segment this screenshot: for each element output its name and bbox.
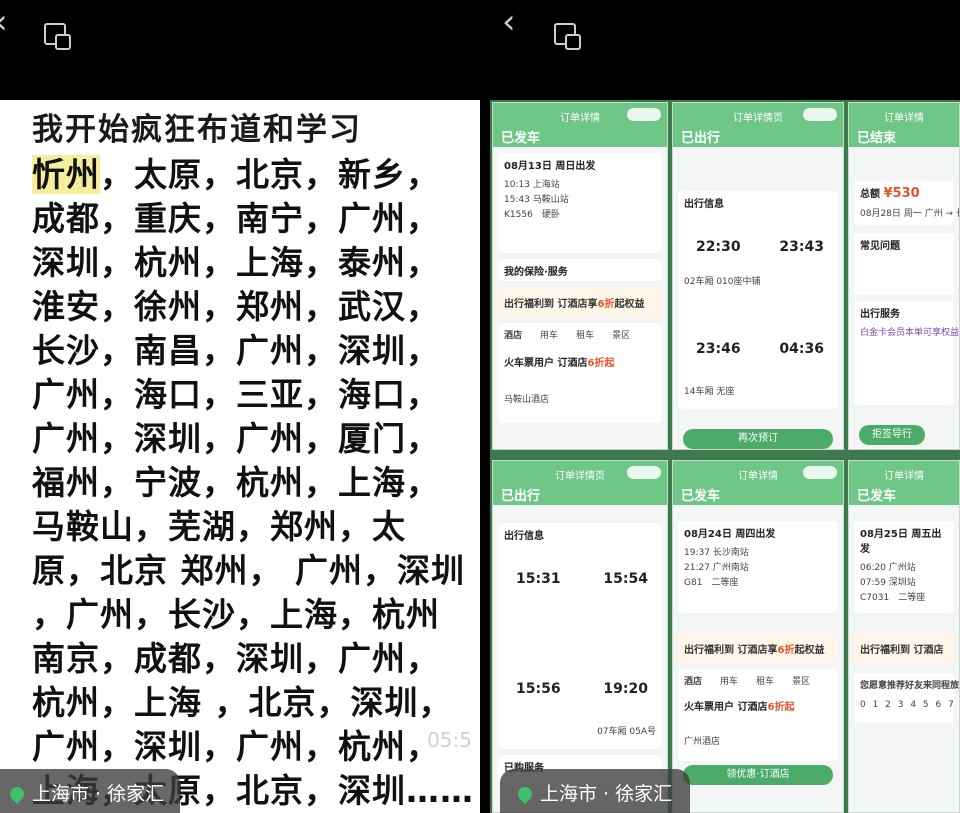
order-screenshot: 订单详情 已发车 08月24日 周四出发 19:37 长沙南站 21:27 广州… bbox=[672, 460, 844, 813]
location-pin-icon bbox=[7, 784, 27, 804]
order-status: 已发车 bbox=[857, 489, 897, 504]
location-tag[interactable]: 上海市 · 徐家汇 bbox=[500, 769, 690, 813]
service-card[interactable]: 我的保险·服务 bbox=[498, 259, 662, 281]
trip-card: 08月25日 周五出发 06:20 广州站 07:59 深圳站 C7031 二等… bbox=[854, 521, 954, 613]
city-line: 广州，深圳，广州，厦门， bbox=[32, 419, 440, 458]
order-status: 已结束 bbox=[857, 131, 897, 146]
menu-capsule-icon[interactable] bbox=[627, 108, 661, 121]
post-title: 我开始疯狂布道和学习 bbox=[32, 112, 362, 148]
city-line: 广州，海口，三亚，海口， bbox=[32, 375, 440, 414]
location-tag[interactable]: 上海市 · 徐家汇 bbox=[0, 769, 180, 813]
trip-card: 08月13日 周日出发 10:13 上海站 15:43 马鞍山站 K1556 硬… bbox=[498, 153, 662, 253]
back-icon[interactable]: ‹ bbox=[502, 2, 516, 42]
order-status: 已出行 bbox=[501, 489, 541, 504]
promo-banner[interactable]: 出行福利到 订酒店享6折起权益 bbox=[678, 633, 838, 663]
order-header: 订单详情 已发车 bbox=[493, 103, 667, 147]
location-pin-icon bbox=[515, 784, 535, 804]
hotel-card: 酒店 用车 租车 景区 火车票用户 订酒店6折起 马鞍山酒店 bbox=[498, 323, 662, 423]
trip-info-card: 出行信息 22:30 23:43 02车厢 010座中铺 23:46 04:36… bbox=[678, 191, 838, 409]
order-header: 订单详情 已结束 bbox=[849, 103, 959, 147]
action-button[interactable]: 拒签导行 bbox=[859, 425, 925, 445]
order-screenshot: 订单详情页 已出行 出行信息 22:30 23:43 02车厢 010座中铺 2… bbox=[672, 102, 844, 450]
city-line: 原，北京 郑州， 广州，深圳 bbox=[32, 551, 465, 590]
city-line: 长沙，南昌，广州，深圳， bbox=[32, 331, 440, 370]
service-card: 出行服务 白金卡会员本单可享权益 bbox=[854, 301, 959, 405]
price-card: 总额 ¥530 08月28日 周一 广州 → 长沙 bbox=[854, 181, 959, 225]
top-bar-right: ‹ bbox=[490, 0, 960, 100]
hotel-card: 酒店 用车 租车 景区 火车票用户 订酒店6折起 广州酒店 bbox=[678, 669, 838, 761]
order-status: 已发车 bbox=[681, 489, 721, 504]
screen: ‹ ‹ 我开始疯狂布道和学习 忻州，太原，北京，新乡， 成都，重庆，南宁，广州，… bbox=[0, 0, 960, 813]
order-screenshot: 订单详情 已发车 08月13日 周日出发 10:13 上海站 15:43 马鞍山… bbox=[492, 102, 668, 450]
order-screenshot: 订单详情 已结束 总额 ¥530 08月28日 周一 广州 → 长沙 常见问题 … bbox=[848, 102, 960, 450]
highlighted-city: 忻州 bbox=[32, 155, 100, 194]
city-line: 深圳，杭州，上海，泰州， bbox=[32, 243, 440, 282]
text-panel: 我开始疯狂布道和学习 忻州，太原，北京，新乡， 成都，重庆，南宁，广州， 深圳，… bbox=[0, 100, 480, 813]
order-header: 订单详情 已发车 bbox=[673, 461, 843, 505]
order-screenshot: 订单详情 已发车 08月25日 周五出发 06:20 广州站 07:59 深圳站… bbox=[848, 460, 960, 813]
city-line: ，广州，长沙，上海，杭州 bbox=[32, 595, 440, 634]
copy-icon[interactable] bbox=[44, 23, 71, 50]
city-line: 马鞍山，芜湖，郑州，太 bbox=[32, 507, 406, 546]
order-header: 订单详情 已发车 bbox=[849, 461, 959, 505]
video-timestamp: 05:5 bbox=[427, 728, 472, 752]
city-line: 南京，成都，深圳，广州， bbox=[32, 639, 440, 678]
city-line: 杭州，上海 ，北京，深圳， bbox=[32, 683, 453, 722]
city-line: 福州，宁波，杭州，上海， bbox=[32, 463, 440, 502]
survey-card: 您愿意推荐好友来同程旅行预订火 0 1 2 3 4 5 6 7 8 bbox=[854, 673, 959, 723]
menu-capsule-icon[interactable] bbox=[627, 466, 661, 479]
hotel-coupon-button[interactable]: 领优惠·订酒店 bbox=[683, 765, 833, 785]
rebook-button[interactable]: 再次预订 bbox=[683, 429, 833, 449]
trip-info-card: 出行信息 15:31 15:54 15:56 19:20 07车厢 05A号 bbox=[498, 523, 662, 749]
order-header: 订单详情页 已出行 bbox=[493, 461, 667, 505]
trip-card: 08月24日 周四出发 19:37 长沙南站 21:27 广州南站 G81 二等… bbox=[678, 521, 838, 613]
order-status: 已发车 bbox=[501, 131, 541, 146]
order-header: 订单详情页 已出行 bbox=[673, 103, 843, 147]
city-line: 成都，重庆，南宁，广州， bbox=[32, 199, 440, 238]
order-screenshot: 订单详情页 已出行 出行信息 15:31 15:54 15:56 19:20 0… bbox=[492, 460, 668, 813]
promo-banner[interactable]: 出行福利到 订酒店 bbox=[854, 633, 954, 663]
city-line: 忻州，太原，北京，新乡， bbox=[32, 155, 440, 194]
promo-banner[interactable]: 出行福利到 订酒店享6折起权益 bbox=[498, 287, 662, 317]
top-bar-left: ‹ bbox=[0, 0, 480, 100]
menu-capsule-icon[interactable] bbox=[803, 108, 837, 121]
city-line: 广州，深圳，广州，杭州， bbox=[32, 727, 440, 766]
faq-card: 常见问题 bbox=[854, 233, 954, 295]
screenshot-collage: 订单详情 已发车 08月13日 周日出发 10:13 上海站 15:43 马鞍山… bbox=[490, 100, 960, 813]
order-status: 已出行 bbox=[681, 131, 721, 146]
copy-icon[interactable] bbox=[554, 23, 581, 50]
city-line: 淮安，徐州，郑州，武汉， bbox=[32, 287, 440, 326]
menu-capsule-icon[interactable] bbox=[803, 466, 837, 479]
back-icon[interactable]: ‹ bbox=[0, 2, 8, 42]
